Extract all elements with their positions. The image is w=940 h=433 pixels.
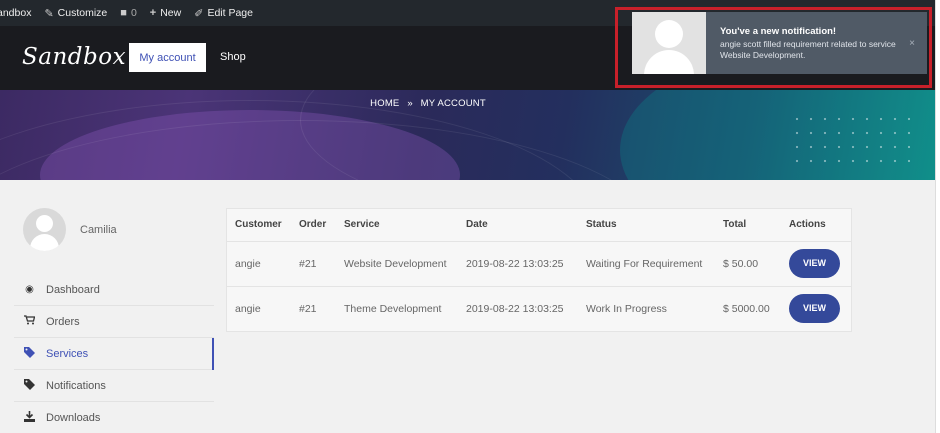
menu-item-label: Orders <box>46 315 80 328</box>
cell-service: Website Development <box>336 241 458 287</box>
tag-icon <box>24 346 35 361</box>
column-header-total: Total <box>715 209 781 242</box>
brush-icon: ✎ <box>44 7 54 20</box>
column-header-service: Service <box>336 209 458 242</box>
hero-banner: HOME » MY ACCOUNT <box>0 90 935 180</box>
cell-order: #21 <box>299 302 317 315</box>
cart-icon <box>24 315 36 328</box>
page: Sandbox ✎ Customize ■ 0 + New ✐ Edit Pag… <box>0 0 936 433</box>
column-header-actions: Actions <box>781 209 851 242</box>
close-icon[interactable]: × <box>909 38 915 49</box>
admin-bar-comments[interactable]: ■ 0 <box>120 7 137 19</box>
cell-customer: angie <box>235 302 261 315</box>
notification-title: You've a new notification! <box>720 26 837 37</box>
notification-toast[interactable]: You've a new notification! angie scott f… <box>632 12 927 74</box>
notification-content: You've a new notification! angie scott f… <box>706 12 902 74</box>
cell-actions: VIEW <box>781 241 851 287</box>
admin-bar-new-label: New <box>160 7 182 19</box>
cell-actions: VIEW <box>781 286 851 331</box>
menu-item-orders[interactable]: Orders <box>14 306 214 338</box>
avatar-head <box>655 20 683 48</box>
column-header-customer: Customer <box>227 209 291 242</box>
table-row: angie #21 Theme Development 2019-08-22 1… <box>227 286 851 331</box>
profile-card: Camilia <box>14 200 214 262</box>
menu-item-services[interactable]: Services <box>14 338 214 370</box>
nav-my-account[interactable]: My account <box>129 43 206 72</box>
admin-bar-site[interactable]: Sandbox <box>0 7 31 19</box>
menu-item-label: Downloads <box>46 411 101 424</box>
cell-order: #21 <box>291 241 336 287</box>
site-logo[interactable]: Sandbox <box>22 44 126 70</box>
column-header-date: Date <box>458 209 578 242</box>
cell-customer: angie <box>227 241 291 287</box>
avatar-body <box>644 50 694 74</box>
plus-icon: + <box>149 7 157 19</box>
hero-dots <box>790 112 910 172</box>
view-button[interactable]: VIEW <box>789 294 840 324</box>
breadcrumb-separator: » <box>407 98 413 109</box>
breadcrumb-current: MY ACCOUNT <box>420 98 486 109</box>
notification-message: angie scott filled requirement related t… <box>720 39 896 60</box>
admin-bar-new[interactable]: + New <box>150 7 181 19</box>
cell-total: $ 5000.00 <box>723 302 770 315</box>
services-table: Customer Order Service Date Status Total… <box>226 208 852 332</box>
admin-bar-customize[interactable]: ✎ Customize <box>44 7 107 20</box>
menu-item-label: Notifications <box>46 379 106 392</box>
avatar <box>23 208 66 251</box>
dashboard-icon: ◉ <box>25 284 34 295</box>
menu-item-downloads[interactable]: Downloads <box>14 402 214 433</box>
comments-count: 0 <box>130 7 137 19</box>
cell-service: Theme Development <box>344 302 442 315</box>
download-icon <box>24 410 35 425</box>
tag-icon <box>24 378 35 393</box>
table-row: angie #21 Website Development 2019-08-22… <box>227 241 851 287</box>
cell-status: Waiting For Requirement <box>578 241 715 287</box>
menu-item-dashboard[interactable]: ◉ Dashboard <box>14 274 214 306</box>
avatar-head <box>36 215 53 232</box>
comment-icon: ■ <box>120 7 127 19</box>
view-button[interactable]: VIEW <box>789 249 840 278</box>
cell-total: $ 50.00 <box>715 241 781 287</box>
table-header-row: Customer Order Service Date Status Total… <box>227 209 851 242</box>
admin-bar-site-label: Sandbox <box>0 7 32 19</box>
cell-date: 2019-08-22 13:03:25 <box>466 302 564 315</box>
admin-bar-customize-label: Customize <box>57 7 108 19</box>
breadcrumb-home[interactable]: HOME <box>370 98 399 109</box>
breadcrumb: HOME » MY ACCOUNT <box>0 98 856 109</box>
admin-bar-edit-page-label: Edit Page <box>207 7 253 19</box>
column-header-status: Status <box>578 209 715 242</box>
menu-item-label: Services <box>46 347 89 360</box>
account-menu: ◉ Dashboard Orders Services Notification… <box>14 274 214 433</box>
pencil-icon: ✐ <box>194 7 204 20</box>
column-header-order: Order <box>291 209 336 242</box>
cell-status: Work In Progress <box>586 302 667 315</box>
nav-shop[interactable]: Shop <box>220 51 246 63</box>
cell-date: 2019-08-22 13:03:25 <box>458 241 578 287</box>
profile-name: Camilia <box>80 224 117 236</box>
avatar-body <box>30 234 59 251</box>
menu-item-notifications[interactable]: Notifications <box>14 370 214 402</box>
admin-bar-edit-page[interactable]: ✐ Edit Page <box>194 7 253 20</box>
account-sidebar: Camilia ◉ Dashboard Orders Services Noti… <box>14 200 214 424</box>
notification-avatar <box>632 12 706 74</box>
menu-item-label: Dashboard <box>46 283 100 296</box>
